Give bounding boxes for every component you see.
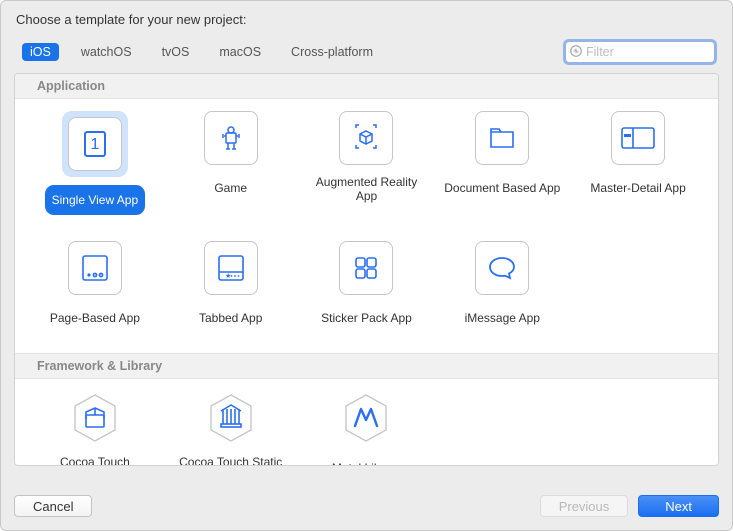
template-label: Augmented Reality App bbox=[299, 173, 435, 206]
footer: Cancel Previous Next bbox=[14, 495, 719, 517]
framework-grid: Cocoa Touch Framework bbox=[15, 379, 718, 466]
previous-button: Previous bbox=[540, 495, 629, 517]
section-header-application: Application bbox=[15, 74, 718, 99]
cancel-button[interactable]: Cancel bbox=[14, 495, 92, 517]
template-panel: Application 1 Single View App bbox=[14, 73, 719, 466]
template-metal-library[interactable]: Metal Library bbox=[299, 391, 435, 466]
template-label: Page-Based App bbox=[43, 303, 147, 333]
svg-text:★: ★ bbox=[225, 272, 231, 280]
template-sticker-pack-app[interactable]: Sticker Pack App bbox=[299, 241, 435, 333]
template-label: Game bbox=[207, 173, 254, 203]
tab-ios[interactable]: iOS bbox=[22, 43, 59, 61]
platform-tabs: iOS watchOS tvOS macOS Cross-platform bbox=[18, 43, 381, 61]
cocoa-framework-icon bbox=[68, 391, 122, 445]
new-project-sheet: Choose a template for your new project: … bbox=[0, 0, 733, 531]
metal-icon bbox=[339, 391, 393, 445]
template-master-detail-app[interactable]: Master-Detail App bbox=[570, 111, 706, 215]
template-label: Master-Detail App bbox=[583, 173, 692, 203]
game-icon bbox=[204, 111, 258, 165]
template-label: Document Based App bbox=[437, 173, 567, 203]
cocoa-static-icon bbox=[204, 391, 258, 445]
template-label: Cocoa Touch Framework bbox=[27, 453, 163, 466]
next-button[interactable]: Next bbox=[638, 495, 719, 517]
template-label: Single View App bbox=[45, 185, 146, 215]
template-cocoa-touch-framework[interactable]: Cocoa Touch Framework bbox=[27, 391, 163, 466]
tab-macos[interactable]: macOS bbox=[211, 43, 269, 61]
filter-icon bbox=[569, 44, 583, 58]
page-based-icon bbox=[68, 241, 122, 295]
tab-watchos[interactable]: watchOS bbox=[73, 43, 140, 61]
template-label: Sticker Pack App bbox=[314, 303, 419, 333]
sticker-icon bbox=[339, 241, 393, 295]
tab-tvos[interactable]: tvOS bbox=[154, 43, 198, 61]
selection-halo: 1 bbox=[62, 111, 128, 177]
ar-icon bbox=[339, 111, 393, 165]
section-header-framework: Framework & Library bbox=[15, 353, 718, 379]
application-grid: 1 Single View App bbox=[15, 99, 718, 353]
template-label: iMessage App bbox=[458, 303, 547, 333]
template-single-view-app[interactable]: 1 Single View App bbox=[27, 111, 163, 215]
single-view-icon: 1 bbox=[68, 117, 122, 171]
imessage-icon bbox=[475, 241, 529, 295]
template-label: Tabbed App bbox=[192, 303, 269, 333]
top-bar: iOS watchOS tvOS macOS Cross-platform bbox=[14, 37, 719, 73]
tab-cross-platform[interactable]: Cross-platform bbox=[283, 43, 381, 61]
template-label: Metal Library bbox=[325, 453, 408, 466]
template-label: Cocoa Touch Static Library bbox=[163, 453, 299, 466]
filter-field-wrap bbox=[565, 41, 715, 63]
tabbed-icon: ★ bbox=[204, 241, 258, 295]
template-cocoa-touch-static-library[interactable]: Cocoa Touch Static Library bbox=[163, 391, 299, 466]
template-page-based-app[interactable]: Page-Based App bbox=[27, 241, 163, 333]
sheet-title: Choose a template for your new project: bbox=[14, 12, 719, 27]
template-imessage-app[interactable]: iMessage App bbox=[434, 241, 570, 333]
document-icon bbox=[475, 111, 529, 165]
template-document-based-app[interactable]: Document Based App bbox=[434, 111, 570, 215]
filter-input[interactable] bbox=[565, 41, 715, 63]
template-augmented-reality-app[interactable]: Augmented Reality App bbox=[299, 111, 435, 215]
svg-text:1: 1 bbox=[90, 136, 99, 153]
master-detail-icon bbox=[611, 111, 665, 165]
template-tabbed-app[interactable]: ★ Tabbed App bbox=[163, 241, 299, 333]
template-game[interactable]: Game bbox=[163, 111, 299, 215]
